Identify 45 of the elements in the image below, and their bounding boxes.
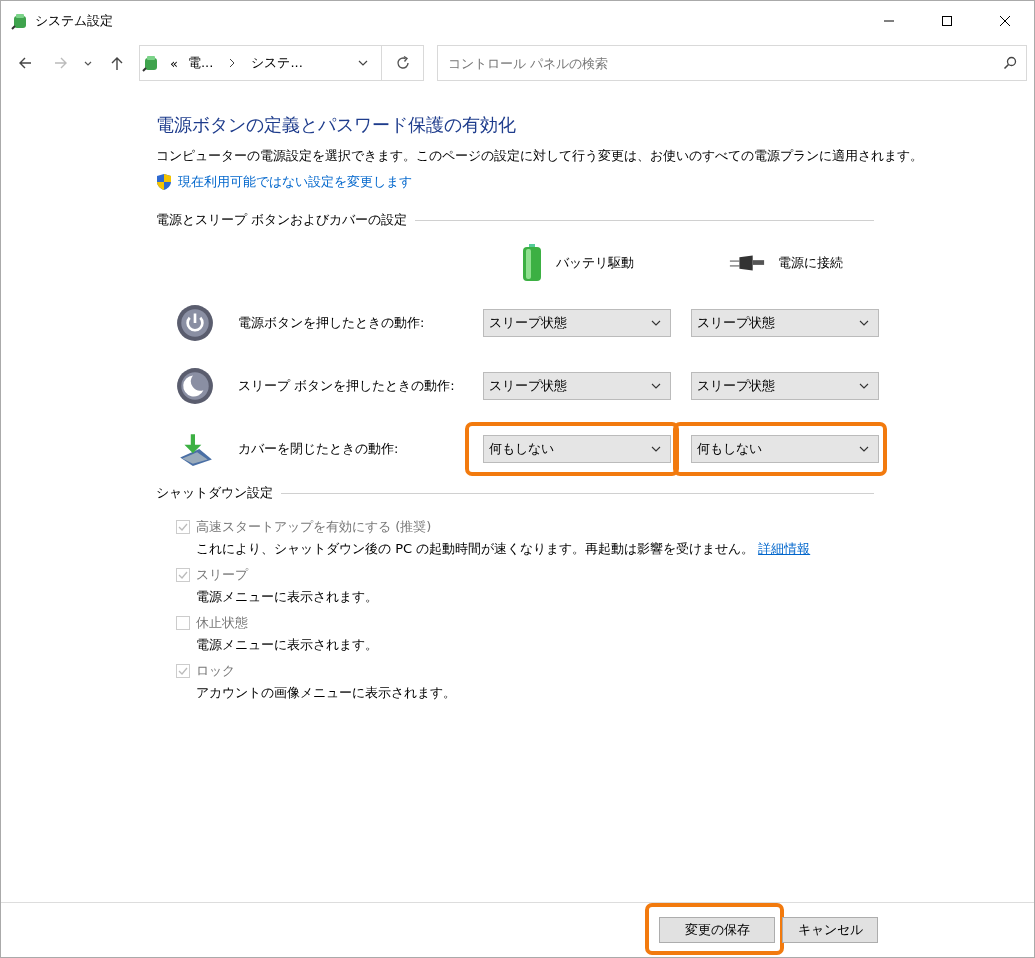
power-icon [176, 304, 214, 342]
dropdown[interactable]: スリープ状態 [691, 372, 879, 400]
row-label: スリープ ボタンを押したときの動作: [238, 377, 456, 395]
overflow-marker[interactable]: « [170, 55, 178, 71]
refresh-icon [394, 55, 411, 71]
option-description: アカウントの画像メニューに表示されます。 [196, 684, 457, 702]
address-bar[interactable]: « 電... システ... [139, 45, 382, 81]
moon-icon [176, 367, 214, 405]
dropdown[interactable]: 何もしない [691, 435, 879, 463]
close-icon[interactable] [999, 15, 1011, 27]
dialog-button[interactable]: 変更の保存 [659, 917, 775, 943]
battery-icon [520, 243, 544, 283]
section-title: 電源とスリープ ボタンおよびカバーの設定 [156, 211, 408, 229]
window-title: システム設定 [35, 12, 113, 30]
dropdown[interactable]: スリープ状態 [483, 372, 671, 400]
search-icon [1003, 56, 1017, 70]
option-label: 高速スタートアップを有効にする (推奨) [196, 518, 432, 536]
option-description: 電源メニューに表示されます。 [196, 588, 379, 606]
shield-icon [156, 173, 172, 191]
breadcrumb[interactable]: 電... [187, 54, 214, 72]
dropdown[interactable]: スリープ状態 [691, 309, 879, 337]
option-description: これにより、シャットダウン後の PC の起動時間が速くなります。再起動は影響を受けません。 詳細情報 [196, 540, 812, 558]
row-label: カバーを閉じたときの動作: [238, 440, 400, 458]
dialog-button[interactable]: キャンセル [782, 917, 878, 943]
row-label: 電源ボタンを押したときの動作: [238, 314, 426, 332]
dropdown[interactable]: スリープ状態 [483, 309, 671, 337]
column-heading: バッテリ駆動 [556, 254, 634, 272]
maximize-icon[interactable] [941, 15, 953, 27]
search-field[interactable]: コントロール パネルの検索 [437, 45, 1027, 81]
admin-settings-link[interactable]: 現在利用可能ではない設定を変更します [178, 173, 412, 191]
page-description: コンピューターの電源設定を選択できます。このページの設定に対して行う変更は、お使いのすべての電源プランに適用されます。 [156, 147, 924, 165]
up-arrow-icon[interactable] [109, 55, 125, 71]
dropdown[interactable]: 何もしない [483, 435, 671, 463]
option-label: 休止状態 [196, 614, 248, 632]
app-icon [11, 12, 29, 30]
section-title: シャットダウン設定 [156, 484, 273, 502]
option-label: ロック [196, 662, 235, 680]
app-icon [142, 54, 160, 72]
column-heading: 電源に接続 [777, 254, 843, 272]
option-description: 電源メニューに表示されます。 [196, 636, 379, 654]
option-label: スリープ [196, 566, 248, 584]
breadcrumb[interactable]: システ... [251, 54, 303, 72]
refresh-button[interactable] [382, 45, 424, 81]
page-heading: 電源ボタンの定義とパスワード保護の有効化 [156, 113, 517, 137]
back-arrow-icon[interactable] [17, 55, 33, 71]
